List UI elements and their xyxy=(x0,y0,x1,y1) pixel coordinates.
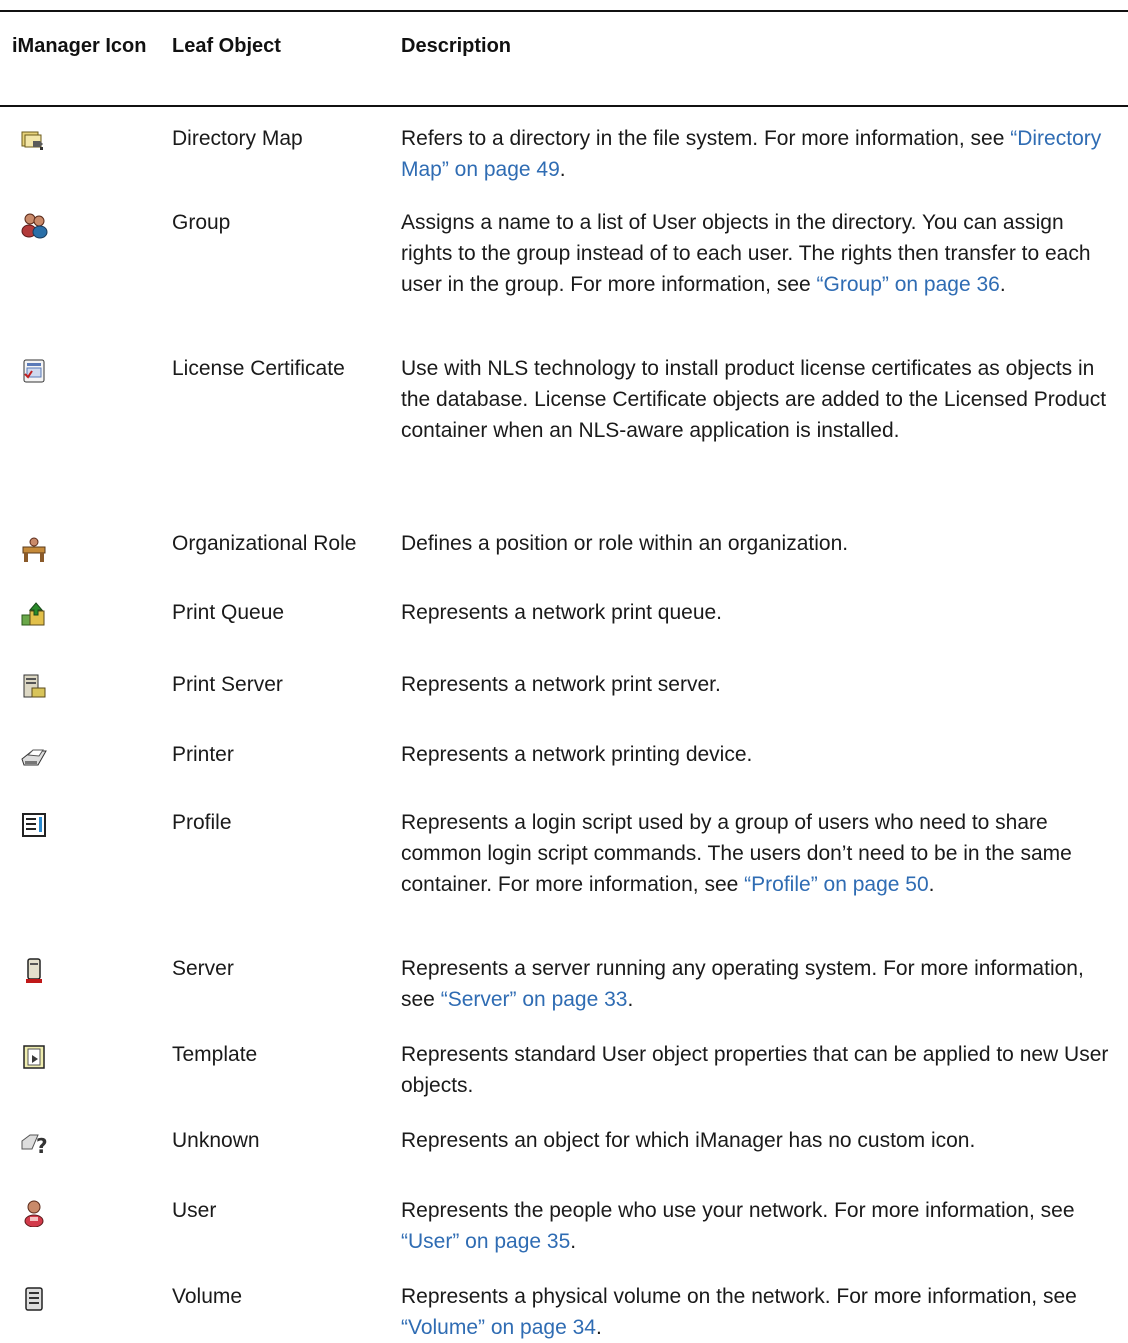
description: Represents a network print queue. xyxy=(401,601,723,624)
leaf-object-name: Template xyxy=(172,1043,258,1066)
table-row: Group Assigns a name to a list of User o… xyxy=(0,207,1128,300)
svg-text:?: ? xyxy=(36,1134,48,1157)
user-icon xyxy=(24,1200,44,1227)
description: Represents a network printing device. xyxy=(401,743,753,766)
table-row: License Certificate Use with NLS technol… xyxy=(0,353,1128,446)
leaf-object-name: Server xyxy=(172,957,234,980)
description: Represents a server running any operatin… xyxy=(401,957,1084,1011)
leaf-object-name: Unknown xyxy=(172,1129,260,1152)
header-description: Description xyxy=(401,35,512,57)
table-row: Print Server Represents a network print … xyxy=(0,669,1128,701)
server-icon xyxy=(26,958,42,983)
description: Represents a network print server. xyxy=(401,673,721,696)
description: Represents standard User object properti… xyxy=(401,1043,1109,1097)
directory-map-icon xyxy=(21,131,43,150)
description: Assigns a name to a list of User objects… xyxy=(401,211,1091,296)
table-row: Template Represents standard User object… xyxy=(0,1039,1128,1101)
table-row: Directory Map Refers to a directory in t… xyxy=(0,123,1128,185)
unknown-icon: ? xyxy=(21,1134,48,1157)
leaf-object-name: License Certificate xyxy=(172,357,345,380)
leaf-object-name: Volume xyxy=(172,1285,243,1308)
header-imanager-icon: iManager Icon xyxy=(12,35,147,57)
leaf-object-name: Directory Map xyxy=(172,127,303,150)
link-server[interactable]: “Server” on page 33 xyxy=(441,988,628,1011)
printer-icon xyxy=(21,749,47,766)
license-certificate-icon xyxy=(23,359,45,383)
leaf-object-name: Organizational Role xyxy=(172,532,357,555)
table-row: Printer Represents a network printing de… xyxy=(0,739,1128,771)
table-row: Print Queue Represents a network print q… xyxy=(0,597,1128,629)
description: Represents a physical volume on the netw… xyxy=(401,1285,1077,1339)
table-row: User Represents the people who use your … xyxy=(0,1195,1128,1257)
table-row: Organizational Role Defines a position o… xyxy=(0,528,1128,564)
table-header-row: iManager Icon Leaf Object Description xyxy=(0,12,1128,105)
profile-icon xyxy=(22,813,46,837)
table-header-rule xyxy=(0,105,1128,107)
description: Represents a login script used by a grou… xyxy=(401,811,1072,896)
leaf-object-name: User xyxy=(172,1199,217,1222)
description: Represents an object for which iManager … xyxy=(401,1129,976,1152)
table-row: Volume Represents a physical volume on t… xyxy=(0,1281,1128,1343)
leaf-object-name: Group xyxy=(172,211,231,234)
print-server-icon xyxy=(23,674,46,698)
group-icon xyxy=(21,213,48,239)
table-row: Profile Represents a login script used b… xyxy=(0,807,1128,900)
leaf-object-name: Profile xyxy=(172,811,232,834)
leaf-object-name: Print Queue xyxy=(172,601,285,624)
leaf-object-name: Print Server xyxy=(172,673,283,696)
volume-icon xyxy=(25,1287,43,1311)
description: Defines a position or role within an org… xyxy=(401,532,849,555)
table-row: ? Unknown Represents an object for which… xyxy=(0,1125,1128,1157)
description: Refers to a directory in the file system… xyxy=(401,127,1102,181)
organizational-role-icon xyxy=(22,537,46,562)
link-user[interactable]: “User” on page 35 xyxy=(401,1230,570,1253)
leaf-object-name: Printer xyxy=(172,743,234,766)
template-icon xyxy=(23,1045,45,1069)
description: Use with NLS technology to install produ… xyxy=(401,357,1107,442)
description: Represents the people who use your netwo… xyxy=(401,1199,1075,1253)
link-profile[interactable]: “Profile” on page 50 xyxy=(744,873,928,896)
link-group[interactable]: “Group” on page 36 xyxy=(817,273,1000,296)
header-leaf-object: Leaf Object xyxy=(172,35,281,57)
table-row: Server Represents a server running any o… xyxy=(0,953,1128,1015)
leaf-object-table: iManager Icon Leaf Object Description Di… xyxy=(0,10,1128,1339)
print-queue-icon xyxy=(21,602,45,626)
